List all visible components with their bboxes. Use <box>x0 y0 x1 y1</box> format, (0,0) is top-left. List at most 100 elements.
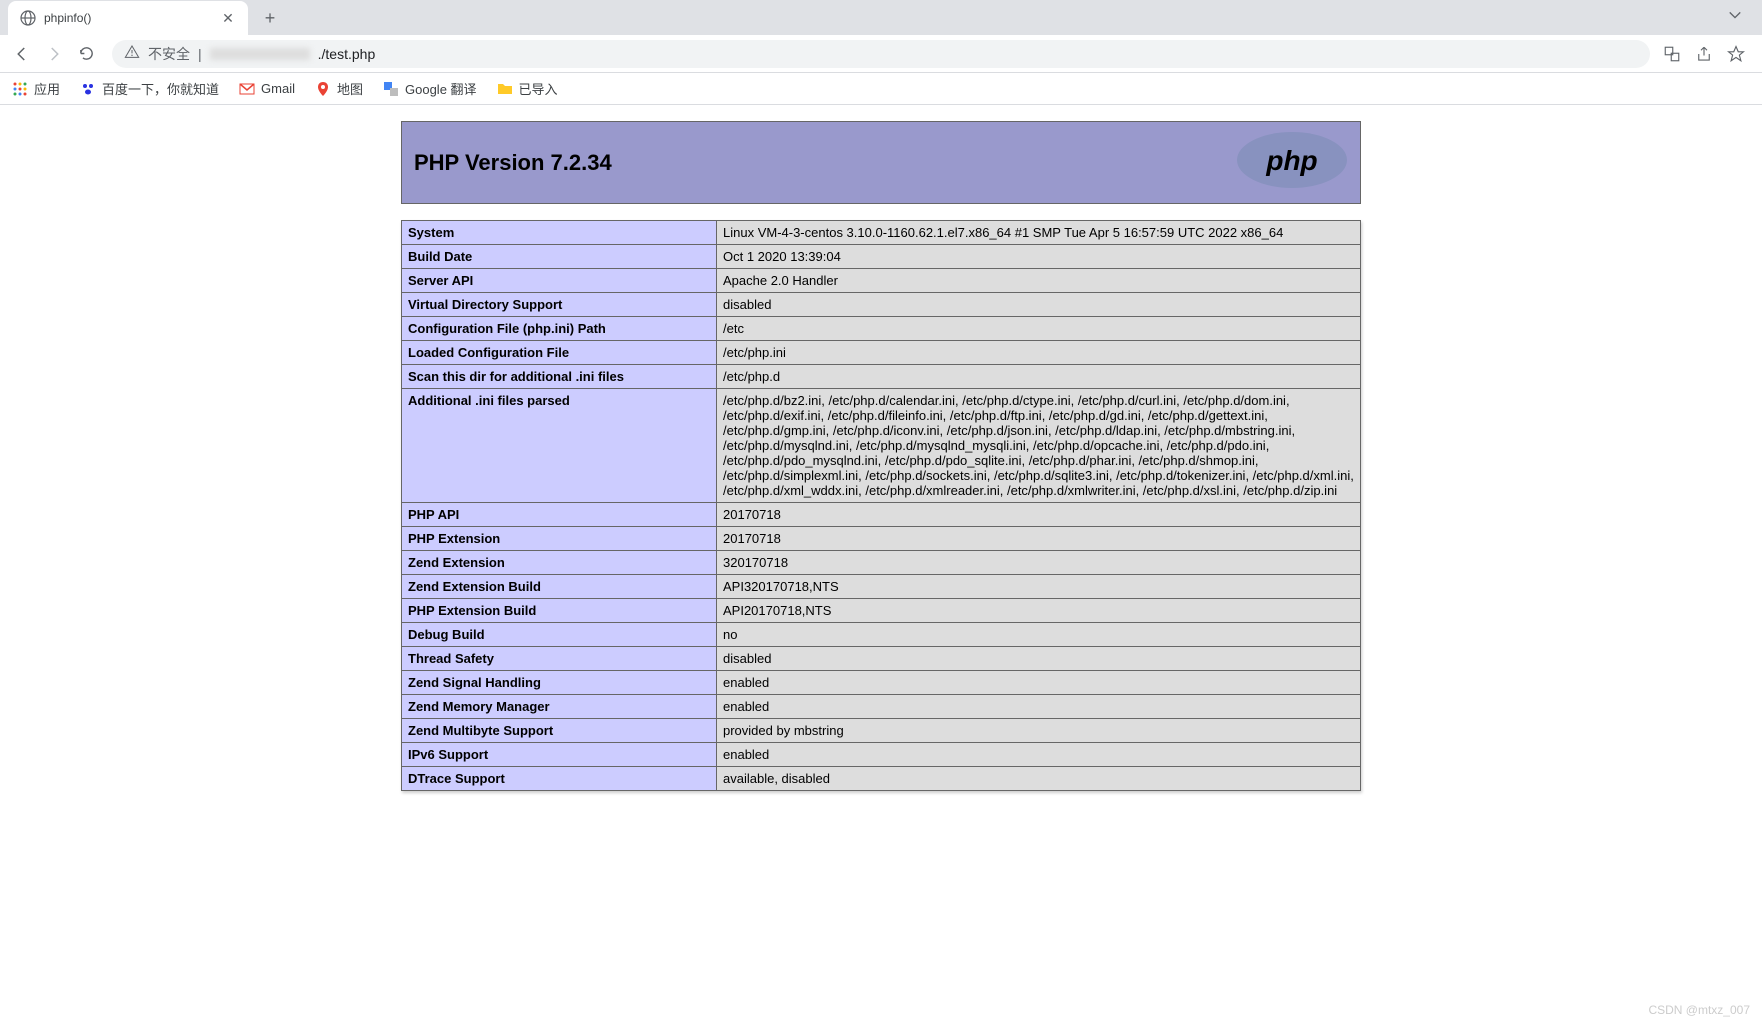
table-row: Additional .ini files parsed/etc/php.d/b… <box>402 389 1361 503</box>
config-label: Server API <box>402 269 717 293</box>
table-row: Loaded Configuration File/etc/php.ini <box>402 341 1361 365</box>
config-value: no <box>717 623 1361 647</box>
php-logo-icon: php <box>1232 130 1352 195</box>
security-label: 不安全 <box>148 44 190 64</box>
phpinfo-table: SystemLinux VM-4-3-centos 3.10.0-1160.62… <box>401 220 1361 791</box>
config-label: Zend Signal Handling <box>402 671 717 695</box>
config-value: disabled <box>717 647 1361 671</box>
config-label: Loaded Configuration File <box>402 341 717 365</box>
config-value: 320170718 <box>717 551 1361 575</box>
config-label: PHP Extension Build <box>402 599 717 623</box>
bookmark-translate[interactable]: Google 翻译 <box>383 79 477 98</box>
google-translate-icon <box>383 81 399 97</box>
config-value: 20170718 <box>717 527 1361 551</box>
page-content: PHP Version 7.2.34 php SystemLinux VM-4-… <box>0 105 1762 831</box>
new-tab-button[interactable]: + <box>256 4 284 32</box>
bookmark-label: 地图 <box>337 79 363 98</box>
address-bar[interactable]: 不安全 | ./test.php <box>112 40 1650 68</box>
config-value: 20170718 <box>717 503 1361 527</box>
table-row: Zend Extension320170718 <box>402 551 1361 575</box>
baidu-icon <box>80 81 96 97</box>
blurred-host <box>210 48 310 60</box>
php-version-title: PHP Version 7.2.34 <box>410 150 612 176</box>
bookmark-gmail[interactable]: Gmail <box>239 81 295 97</box>
config-label: Additional .ini files parsed <box>402 389 717 503</box>
config-value: disabled <box>717 293 1361 317</box>
table-row: SystemLinux VM-4-3-centos 3.10.0-1160.62… <box>402 221 1361 245</box>
bookmark-label: 百度一下，你就知道 <box>102 79 219 98</box>
table-row: Debug Buildno <box>402 623 1361 647</box>
bookmark-label: 已导入 <box>519 79 558 98</box>
chevron-down-icon[interactable] <box>1728 8 1742 27</box>
config-label: Thread Safety <box>402 647 717 671</box>
apps-grid-icon <box>12 81 28 97</box>
tab-strip: phpinfo() ✕ + <box>0 0 1762 35</box>
translate-icon[interactable] <box>1662 44 1682 64</box>
table-row: Virtual Directory Supportdisabled <box>402 293 1361 317</box>
bookmark-imported[interactable]: 已导入 <box>497 79 558 98</box>
config-value: API320170718,NTS <box>717 575 1361 599</box>
separator: | <box>198 46 202 62</box>
gmail-icon <box>239 81 255 97</box>
table-row: PHP API20170718 <box>402 503 1361 527</box>
apps-button[interactable]: 应用 <box>12 79 60 98</box>
config-value: enabled <box>717 695 1361 719</box>
config-value: /etc/php.ini <box>717 341 1361 365</box>
globe-icon <box>20 10 36 26</box>
config-value: enabled <box>717 671 1361 695</box>
config-label: PHP Extension <box>402 527 717 551</box>
config-value: /etc/php.d <box>717 365 1361 389</box>
config-value: Apache 2.0 Handler <box>717 269 1361 293</box>
config-value: provided by mbstring <box>717 719 1361 743</box>
table-row: PHP Extension20170718 <box>402 527 1361 551</box>
table-row: Configuration File (php.ini) Path/etc <box>402 317 1361 341</box>
bookmark-maps[interactable]: 地图 <box>315 79 363 98</box>
watermark: CSDN @mtxz_007 <box>1648 1003 1750 1017</box>
config-label: Zend Memory Manager <box>402 695 717 719</box>
bookmarks-bar: 应用 百度一下，你就知道 Gmail 地图 Google 翻译 已导入 <box>0 73 1762 105</box>
table-row: Zend Multibyte Supportprovided by mbstri… <box>402 719 1361 743</box>
browser-tab[interactable]: phpinfo() ✕ <box>8 1 248 35</box>
config-label: Zend Extension Build <box>402 575 717 599</box>
config-label: Zend Extension <box>402 551 717 575</box>
tab-title: phpinfo() <box>44 11 212 25</box>
config-value: Linux VM-4-3-centos 3.10.0-1160.62.1.el7… <box>717 221 1361 245</box>
config-label: IPv6 Support <box>402 743 717 767</box>
svg-text:php: php <box>1265 145 1317 176</box>
config-label: DTrace Support <box>402 767 717 791</box>
bookmark-baidu[interactable]: 百度一下，你就知道 <box>80 79 219 98</box>
table-row: DTrace Supportavailable, disabled <box>402 767 1361 791</box>
config-label: Virtual Directory Support <box>402 293 717 317</box>
config-value: enabled <box>717 743 1361 767</box>
share-icon[interactable] <box>1694 44 1714 64</box>
phpinfo-header: PHP Version 7.2.34 php <box>401 121 1361 204</box>
config-label: Configuration File (php.ini) Path <box>402 317 717 341</box>
table-row: Server APIApache 2.0 Handler <box>402 269 1361 293</box>
url-path: ./test.php <box>318 46 376 62</box>
close-icon[interactable]: ✕ <box>220 10 236 26</box>
maps-pin-icon <box>315 81 331 97</box>
config-label: PHP API <box>402 503 717 527</box>
back-button[interactable] <box>8 40 36 68</box>
table-row: Thread Safetydisabled <box>402 647 1361 671</box>
folder-icon <box>497 81 513 97</box>
config-value: /etc/php.d/bz2.ini, /etc/php.d/calendar.… <box>717 389 1361 503</box>
config-label: Build Date <box>402 245 717 269</box>
table-row: IPv6 Supportenabled <box>402 743 1361 767</box>
browser-toolbar: 不安全 | ./test.php <box>0 35 1762 73</box>
config-value: Oct 1 2020 13:39:04 <box>717 245 1361 269</box>
table-row: Zend Memory Managerenabled <box>402 695 1361 719</box>
config-label: Debug Build <box>402 623 717 647</box>
table-row: Zend Signal Handlingenabled <box>402 671 1361 695</box>
bookmark-label: Google 翻译 <box>405 79 477 98</box>
warning-icon <box>124 44 140 63</box>
config-label: System <box>402 221 717 245</box>
forward-button[interactable] <box>40 40 68 68</box>
apps-label: 应用 <box>34 79 60 98</box>
config-value: available, disabled <box>717 767 1361 791</box>
table-row: Zend Extension BuildAPI320170718,NTS <box>402 575 1361 599</box>
star-icon[interactable] <box>1726 44 1746 64</box>
config-label: Zend Multibyte Support <box>402 719 717 743</box>
reload-button[interactable] <box>72 40 100 68</box>
table-row: Build DateOct 1 2020 13:39:04 <box>402 245 1361 269</box>
